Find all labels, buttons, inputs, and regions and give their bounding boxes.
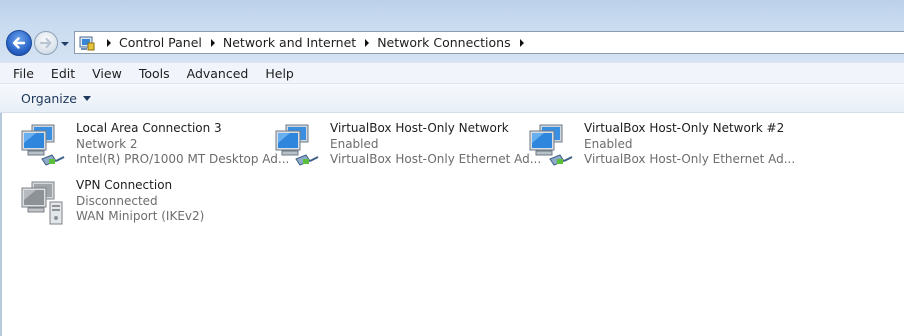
organize-button[interactable]: Organize <box>21 91 91 106</box>
chevron-down-icon <box>83 95 91 101</box>
address-bar[interactable]: Control Panel Network and Internet Netwo… <box>74 31 904 54</box>
connection-name: VirtualBox Host-Only Network #2 <box>584 121 785 135</box>
connection-vpn-connection[interactable]: VPN Connection Disconnected WAN Miniport… <box>20 178 270 228</box>
pane-border <box>0 113 2 336</box>
breadcrumb-label: Network and Internet <box>222 35 357 50</box>
breadcrumb-label: Control Panel <box>119 35 202 50</box>
ethernet-connection-icon <box>529 124 573 166</box>
breadcrumb-root-arrow[interactable] <box>101 32 117 53</box>
connection-status: Disconnected <box>76 193 158 208</box>
breadcrumb-network-connections[interactable]: Network Connections <box>375 32 529 53</box>
connection-name: VirtualBox Host-Only Network <box>330 121 509 135</box>
forward-arrow-icon <box>39 37 52 49</box>
ethernet-connection-icon <box>21 124 65 166</box>
menu-edit[interactable]: Edit <box>42 66 83 81</box>
chevron-right-icon <box>365 38 370 47</box>
back-button[interactable] <box>6 30 32 56</box>
vpn-connection-icon <box>21 181 63 225</box>
connection-adapter: WAN Miniport (IKEv2) <box>76 209 205 223</box>
menu-view[interactable]: View <box>83 66 130 81</box>
connection-name: Local Area Connection 3 <box>76 121 222 135</box>
connection-text: VPN Connection Disconnected WAN Miniport… <box>76 178 204 225</box>
menu-bar: File Edit View Tools Advanced Help <box>0 62 904 84</box>
recent-pages-dropdown-icon[interactable] <box>60 40 70 48</box>
ethernet-connection-icon <box>275 124 319 166</box>
connection-status: Enabled <box>584 136 633 151</box>
chevron-right-icon <box>519 38 524 47</box>
organize-label: Organize <box>21 90 77 106</box>
menu-tools[interactable]: Tools <box>130 66 178 81</box>
connection-local-area-connection-3[interactable]: Local Area Connection 3 Network 2 Intel(… <box>20 121 289 171</box>
menu-advanced[interactable]: Advanced <box>178 66 257 81</box>
control-panel-icon <box>79 36 95 50</box>
chevron-right-icon <box>210 38 215 47</box>
command-bar: Organize <box>0 84 904 113</box>
menu-help[interactable]: Help <box>256 66 302 81</box>
connection-text: VirtualBox Host-Only Network Enabled Vir… <box>330 121 541 168</box>
breadcrumb-network-and-internet[interactable]: Network and Internet <box>221 32 375 53</box>
connection-text: Local Area Connection 3 Network 2 Intel(… <box>76 121 289 168</box>
breadcrumb-label: Network Connections <box>377 35 511 50</box>
connection-status: Enabled <box>330 136 379 151</box>
connection-virtualbox-host-only-network[interactable]: VirtualBox Host-Only Network Enabled Vir… <box>274 121 541 171</box>
breadcrumb-control-panel[interactable]: Control Panel <box>117 32 221 53</box>
connection-text: VirtualBox Host-Only Network #2 Enabled … <box>584 121 795 168</box>
connection-adapter: Intel(R) PRO/1000 MT Desktop Ad... <box>76 152 290 166</box>
menu-file[interactable]: File <box>0 66 42 81</box>
back-arrow-icon <box>12 37 26 49</box>
forward-button[interactable] <box>34 31 58 55</box>
connection-status: Network 2 <box>76 136 138 151</box>
chevron-right-icon <box>107 38 111 47</box>
connection-name: VPN Connection <box>76 178 173 192</box>
connection-adapter: VirtualBox Host-Only Ethernet Ad... <box>584 152 796 166</box>
connection-adapter: VirtualBox Host-Only Ethernet Ad... <box>330 152 542 166</box>
connection-virtualbox-host-only-network-2[interactable]: VirtualBox Host-Only Network #2 Enabled … <box>528 121 795 171</box>
